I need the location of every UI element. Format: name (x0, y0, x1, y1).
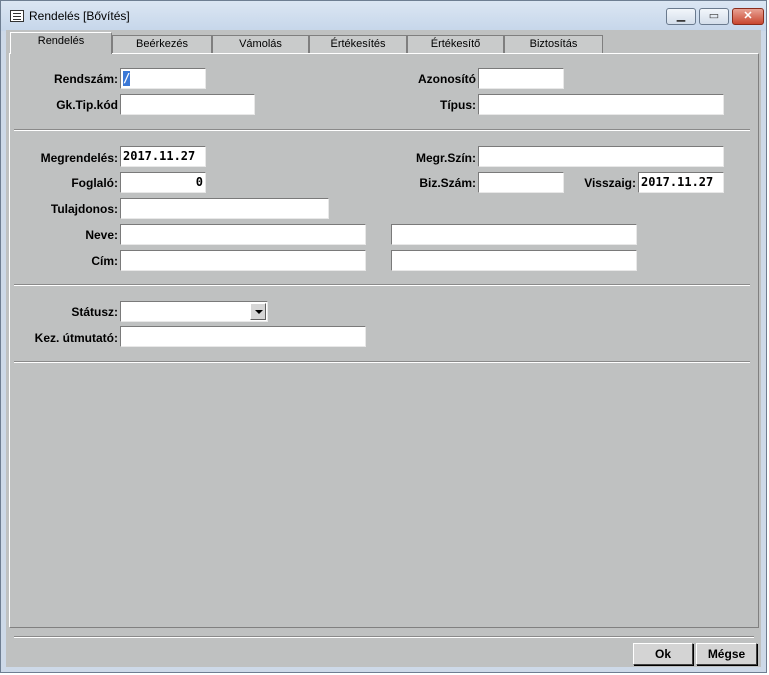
close-icon: ✕ (743, 10, 753, 22)
statusz-label: Státusz: (71, 305, 118, 319)
biz-szam-field[interactable] (478, 172, 564, 193)
tipus-field[interactable] (478, 94, 724, 115)
tulajdonos-label: Tulajdonos: (50, 202, 118, 216)
statusz-select[interactable] (120, 301, 268, 322)
title-bar[interactable]: Rendelés [Bővítés] ▁ ▭ ✕ (1, 1, 766, 31)
minimize-icon: ▁ (676, 10, 686, 22)
gktipkod-label: Gk.Tip.kód (56, 98, 118, 112)
azonosito-field[interactable] (478, 68, 564, 89)
megrendeles-label: Megrendelés: (40, 151, 118, 165)
foglalo-field[interactable]: 0 (120, 172, 206, 193)
neve-field-1[interactable] (120, 224, 366, 245)
tab-bar: Rendelés Beérkezés Vámolás Értékesítés É… (6, 32, 761, 54)
window-title: Rendelés [Bővítés] (29, 9, 130, 23)
tab-ertekesito[interactable]: Értékesítő (407, 35, 504, 53)
biz-szam-label: Biz.Szám: (419, 176, 476, 190)
cim-field-2[interactable] (391, 250, 637, 271)
visszaig-field[interactable]: 2017.11.27 (638, 172, 724, 193)
foglalo-label: Foglaló: (71, 176, 118, 190)
maximize-button[interactable]: ▭ (699, 8, 729, 25)
visszaig-label: Visszaig: (584, 176, 636, 190)
cancel-button[interactable]: Mégse (696, 643, 757, 665)
cim-label: Cím: (91, 254, 118, 268)
megrendeles-field[interactable]: 2017.11.27 (120, 146, 206, 167)
tab-biztositas[interactable]: Biztosítás (504, 35, 603, 53)
gktipkod-field[interactable] (120, 94, 255, 115)
tab-rendeles[interactable]: Rendelés (10, 32, 112, 54)
neve-label: Neve: (85, 228, 118, 242)
separator-3 (14, 361, 750, 363)
tab-beerkezes[interactable]: Beérkezés (112, 35, 212, 53)
tipus-label: Típus: (440, 98, 476, 112)
neve-field-2[interactable] (391, 224, 637, 245)
kez-utmutato-field[interactable] (120, 326, 366, 347)
megr-szin-label: Megr.Szín: (415, 151, 476, 165)
separator-1 (14, 129, 750, 131)
rendszam-field[interactable]: / (120, 68, 206, 89)
azonosito-label: Azonosító (418, 72, 476, 86)
tulajdonos-field[interactable] (120, 198, 329, 219)
kez-utmutato-label: Kez. útmutató: (34, 331, 118, 345)
ok-button[interactable]: Ok (633, 643, 693, 665)
rendszam-label: Rendszám: (53, 72, 118, 86)
app-icon[interactable] (10, 10, 24, 22)
button-bar-separator (14, 636, 754, 638)
minimize-button[interactable]: ▁ (666, 8, 696, 25)
tab-ertekesites[interactable]: Értékesítés (309, 35, 407, 53)
close-button[interactable]: ✕ (732, 8, 764, 25)
tab-vamolas[interactable]: Vámolás (212, 35, 309, 53)
megr-szin-field[interactable] (478, 146, 724, 167)
separator-2 (14, 284, 750, 286)
cim-field-1[interactable] (120, 250, 366, 271)
maximize-icon: ▭ (708, 10, 720, 22)
chevron-down-icon[interactable] (250, 303, 266, 320)
